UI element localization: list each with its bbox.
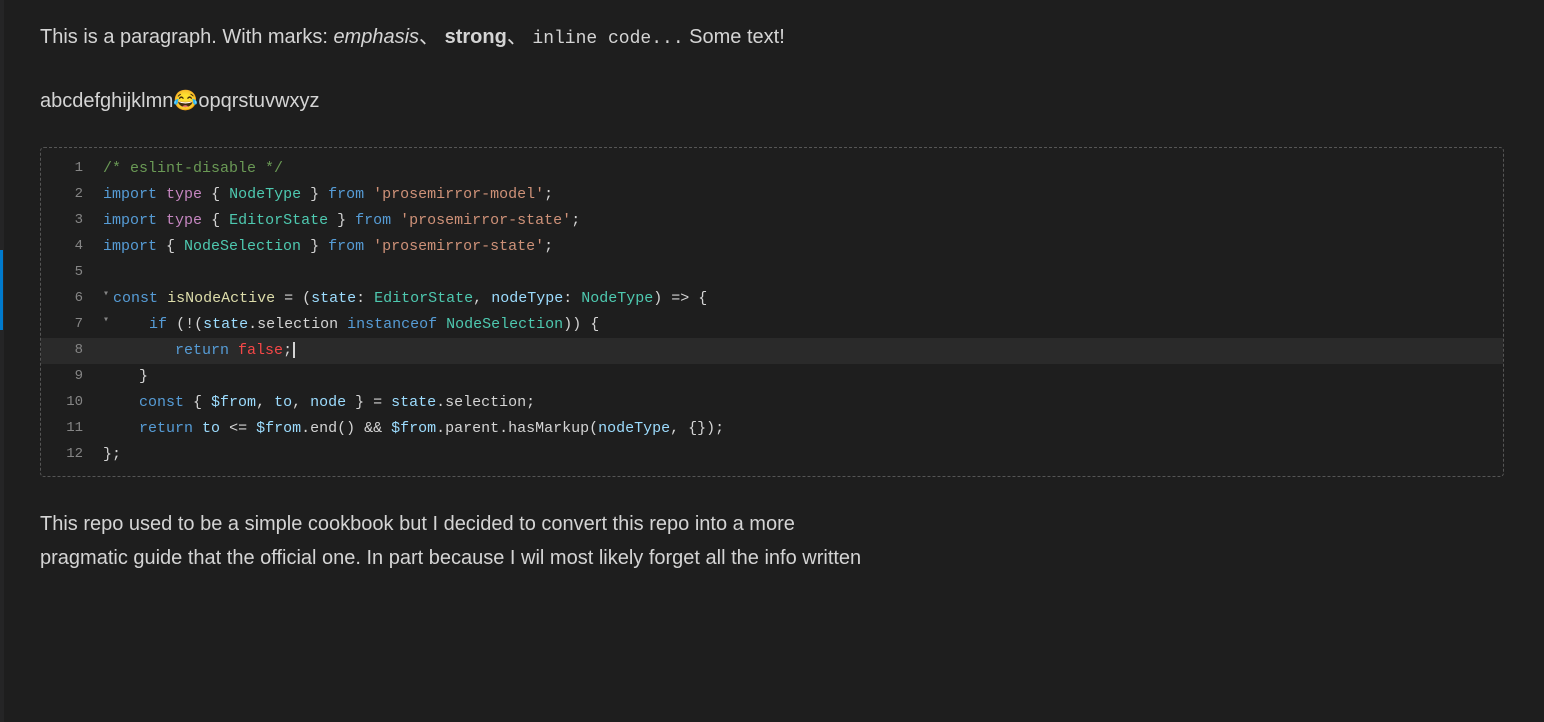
line-number-3: 3 bbox=[53, 208, 83, 233]
line-content-2: import type { NodeType } from 'prosemirr… bbox=[103, 182, 1491, 208]
line-content-4: import { NodeSelection } from 'prosemirr… bbox=[103, 234, 1491, 260]
code-line-1: 1 /* eslint-disable */ bbox=[41, 156, 1503, 182]
code-line-3: 3 import type { EditorState } from 'pros… bbox=[41, 208, 1503, 234]
text-cursor bbox=[293, 342, 295, 358]
line-number-12: 12 bbox=[53, 442, 83, 467]
line-content-9: } bbox=[103, 364, 1491, 390]
code-line-6: 6 ▾ const isNodeActive = (state: EditorS… bbox=[41, 286, 1503, 312]
code-line-9: 9 } bbox=[41, 364, 1503, 390]
paragraph-sep1: 、 bbox=[419, 26, 439, 48]
line-content-8: return false; bbox=[103, 338, 1491, 364]
line-content-6: const isNodeActive = (state: EditorState… bbox=[113, 286, 1491, 312]
code-line-12: 12 }; bbox=[41, 442, 1503, 468]
alphabet-before: abcdefghijklmn bbox=[40, 90, 173, 112]
line-content-5 bbox=[103, 260, 1491, 286]
line-content-3: import type { EditorState } from 'prosem… bbox=[103, 208, 1491, 234]
line-content-12: }; bbox=[103, 442, 1491, 468]
code-line-10: 10 const { $from, to, node } = state.sel… bbox=[41, 390, 1503, 416]
left-bar bbox=[0, 0, 4, 722]
code-block-wrapper: 1 /* eslint-disable */ 2 import type { N… bbox=[40, 147, 1504, 477]
line-content-1: /* eslint-disable */ bbox=[103, 156, 1491, 182]
line-content-7: if (!(state.selection instanceof NodeSel… bbox=[113, 312, 1491, 338]
fold-arrow-6[interactable]: ▾ bbox=[103, 286, 109, 303]
fold-arrow-7[interactable]: ▾ bbox=[103, 312, 109, 329]
paragraph-suffix: Some text! bbox=[684, 26, 785, 48]
line-number-2: 2 bbox=[53, 182, 83, 207]
alphabet-emoji: 😂 bbox=[173, 90, 198, 112]
line-number-5: 5 bbox=[53, 260, 83, 285]
line-number-1: 1 bbox=[53, 156, 83, 181]
code-line-2: 2 import type { NodeType } from 'prosemi… bbox=[41, 182, 1503, 208]
bottom-text-line1: This repo used to be a simple cookbook b… bbox=[40, 507, 1504, 541]
line-number-6: 6 bbox=[53, 286, 83, 311]
code-line-5: 5 bbox=[41, 260, 1503, 286]
line-number-11: 11 bbox=[53, 416, 83, 441]
bottom-text-line2: pragmatic guide that the official one. I… bbox=[40, 541, 1504, 575]
code-block: 1 /* eslint-disable */ 2 import type { N… bbox=[41, 156, 1503, 468]
line-number-7: 7 bbox=[53, 312, 83, 337]
alphabet-line: abcdefghijklmn😂opqrstuvwxyz bbox=[40, 85, 1504, 117]
paragraph-emphasis: emphasis bbox=[333, 26, 419, 48]
paragraph-strong: strong bbox=[445, 26, 507, 48]
paragraph-sep2: 、 bbox=[507, 26, 527, 48]
line-number-4: 4 bbox=[53, 234, 83, 259]
alphabet-after: opqrstuvwxyz bbox=[198, 90, 319, 112]
code-line-7: 7 ▾ if (!(state.selection instanceof Nod… bbox=[41, 312, 1503, 338]
line-number-9: 9 bbox=[53, 364, 83, 389]
bottom-text: This repo used to be a simple cookbook b… bbox=[40, 507, 1504, 575]
line-content-10: const { $from, to, node } = state.select… bbox=[103, 390, 1491, 416]
paragraph: This is a paragraph. With marks: emphasi… bbox=[40, 20, 1504, 55]
code-line-11: 11 return to <= $from.end() && $from.par… bbox=[41, 416, 1503, 442]
paragraph-prefix: This is a paragraph. With marks: bbox=[40, 26, 333, 48]
line-number-10: 10 bbox=[53, 390, 83, 415]
paragraph-inline-code: inline code... bbox=[532, 29, 683, 49]
code-line-4: 4 import { NodeSelection } from 'prosemi… bbox=[41, 234, 1503, 260]
code-line-8: 8 return false; bbox=[41, 338, 1503, 364]
activity-indicator bbox=[0, 250, 3, 330]
line-content-11: return to <= $from.end() && $from.parent… bbox=[103, 416, 1491, 442]
line-number-8: 8 bbox=[53, 338, 83, 363]
